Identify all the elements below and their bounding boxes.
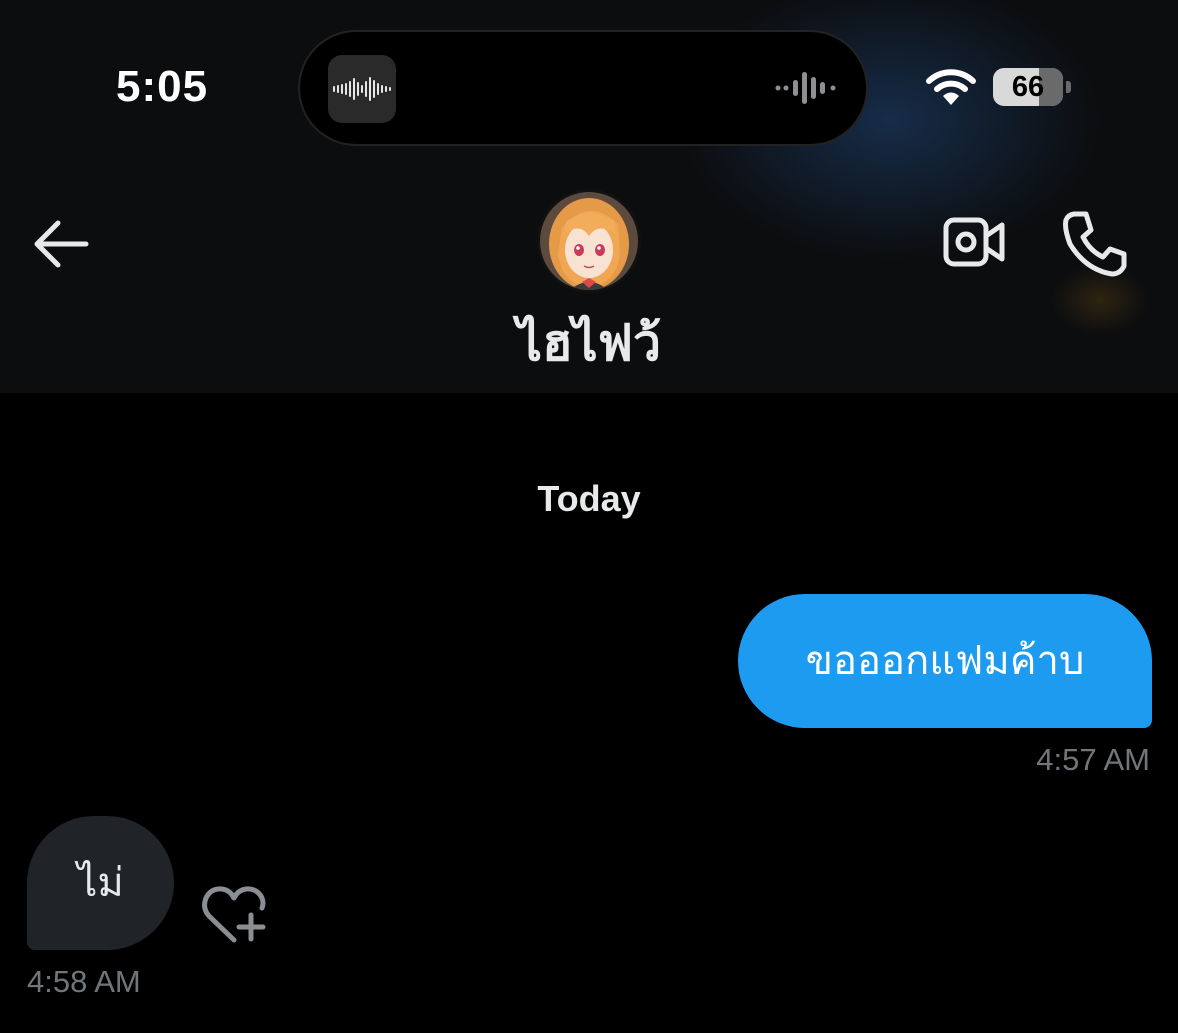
- anime-avatar-image: [540, 192, 638, 290]
- arrow-left-icon: [34, 220, 89, 268]
- sent-message-time: 4:57 AM: [1036, 742, 1150, 777]
- wifi-icon: [926, 68, 976, 110]
- island-app-icon: [328, 55, 396, 123]
- contact-name: ไฮไฟว้: [516, 314, 662, 372]
- audio-waveform-icon: [333, 77, 391, 101]
- back-button[interactable]: [28, 214, 92, 274]
- conversation-header: 5:05 66 ไฮไฟว้: [0, 0, 1178, 393]
- received-message-bubble[interactable]: ไม่: [27, 816, 174, 950]
- dynamic-island[interactable]: [300, 32, 866, 144]
- video-call-button[interactable]: [940, 212, 1008, 276]
- contact-avatar[interactable]: [540, 192, 638, 290]
- audio-activity-icon: [774, 70, 838, 110]
- sent-message-bubble[interactable]: ขอออกแฟมค้าบ: [738, 594, 1152, 728]
- date-divider: Today: [537, 478, 641, 519]
- battery-level: 66: [1011, 71, 1045, 103]
- add-reaction-button[interactable]: [200, 884, 270, 950]
- battery-indicator: 66: [993, 68, 1063, 106]
- video-camera-icon: [943, 217, 1005, 267]
- received-message-time: 4:58 AM: [27, 964, 141, 999]
- battery-cap: [1066, 81, 1071, 93]
- phone-icon: [1063, 211, 1127, 277]
- voice-call-button[interactable]: [1060, 208, 1130, 282]
- heart-plus-icon: [202, 886, 266, 943]
- status-time: 5:05: [116, 62, 209, 111]
